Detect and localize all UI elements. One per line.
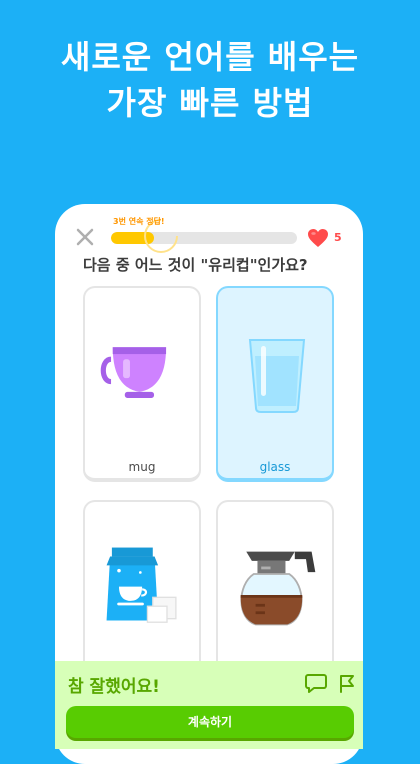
- streak-label: 3번 연속 정답!: [113, 217, 165, 226]
- hearts-counter[interactable]: 5: [307, 228, 353, 248]
- hearts-count: 5: [334, 231, 342, 244]
- close-icon[interactable]: [75, 227, 95, 247]
- coffee-pot-icon: [240, 551, 316, 626]
- option-label-glass: glass: [259, 460, 291, 474]
- option-card-mug[interactable]: mug: [83, 286, 201, 482]
- continue-button[interactable]: 계속하기: [66, 706, 354, 738]
- flag-icon[interactable]: [335, 673, 357, 693]
- question-prompt: 다음 중 어느 것이 "유리컵"인가요?: [83, 256, 308, 274]
- sugar-bag-icon: [106, 547, 177, 623]
- option-card-glass[interactable]: glass: [216, 286, 334, 482]
- hero-line-2: 가장 빠른 방법: [106, 84, 314, 122]
- heart-icon: [308, 229, 328, 247]
- hero-title: 새로운 언어를 배우는 가장 빠른 방법: [0, 34, 420, 126]
- mug-icon: [100, 347, 167, 398]
- option-label-mug: mug: [128, 460, 156, 474]
- progress-bar: [111, 232, 297, 244]
- hero-line-1: 새로운 언어를 배우는: [60, 38, 360, 76]
- feedback-panel: 참 잘했어요! 계속하기: [55, 661, 363, 749]
- feedback-title: 참 잘했어요!: [68, 677, 160, 697]
- glass-icon: [248, 339, 306, 413]
- comment-icon[interactable]: [305, 673, 327, 693]
